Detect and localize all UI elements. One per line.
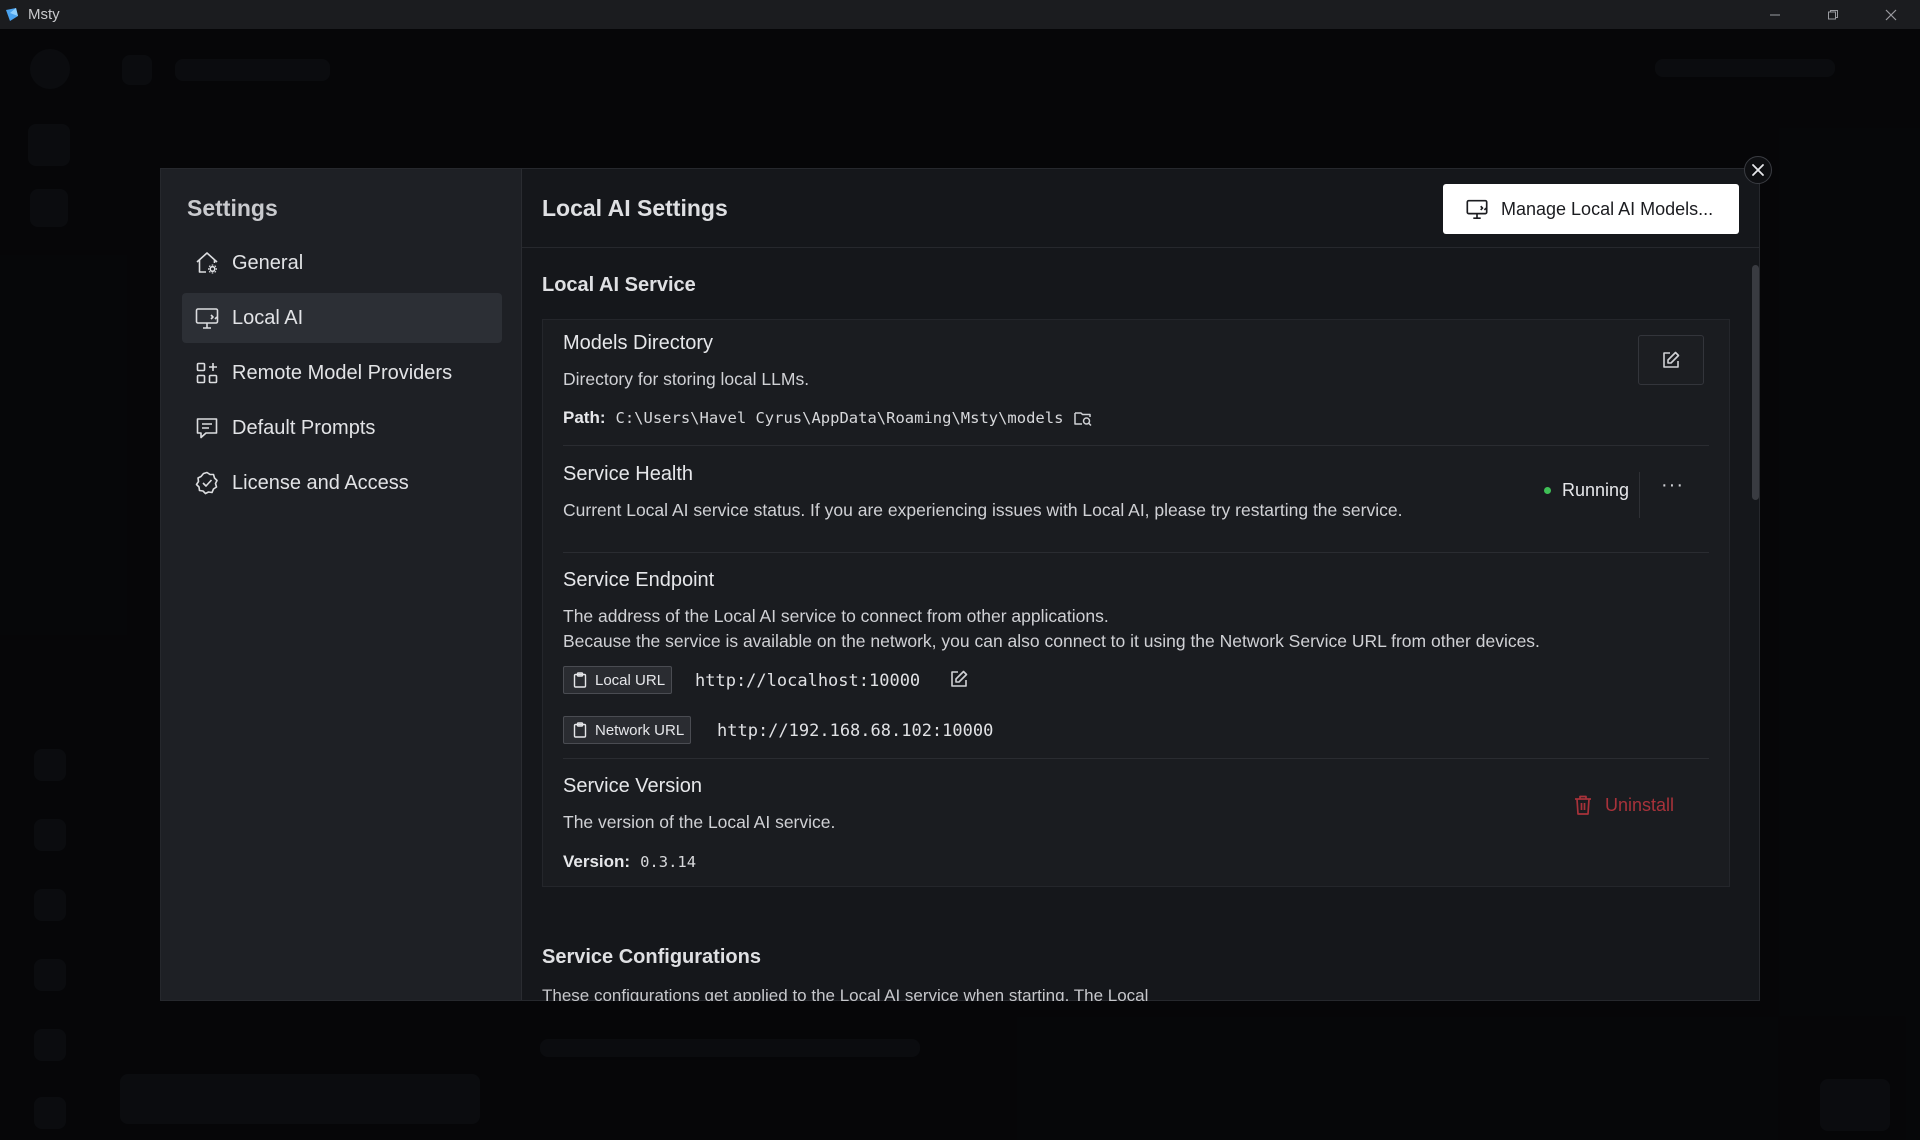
divider [563,552,1709,553]
monitor-icon [194,305,220,331]
uninstall-button[interactable]: Uninstall [1573,794,1674,816]
section-title-local-ai-service: Local AI Service [542,274,696,296]
copy-local-url-button[interactable]: Local URL [563,666,673,694]
service-endpoint-item: Service Endpoint The address of the Loca… [563,569,1709,654]
vertical-divider [1639,472,1640,518]
sidebar-title: Settings [187,195,278,221]
sidebar-item-label: License and Access [232,471,409,494]
local-ai-service-card: Models Directory Directory for storing l… [542,319,1730,887]
grid-plus-icon [194,360,220,386]
title-bar: Msty [0,0,1920,29]
message-lines-icon [194,415,220,441]
page-title: Local AI Settings [542,194,728,221]
main-header: Local AI Settings Manage Local AI Models… [522,169,1759,248]
modal-close-button[interactable] [1744,156,1772,184]
edit-models-directory-button[interactable] [1638,335,1704,385]
path-label: Path: [563,408,606,427]
sidebar-item-label: Remote Model Providers [232,361,453,384]
manage-button-label: Manage Local AI Models... [1501,198,1714,219]
service-health-desc: Current Local AI service status. If you … [563,500,1403,520]
service-health-item: Service Health Current Local AI service … [563,463,1709,523]
service-version-item: Service Version The version of the Local… [563,775,1709,835]
models-path-row: Path: C:\Users\Havel Cyrus\AppData\Roami… [563,408,1093,428]
copy-network-url-button[interactable]: Network URL [563,716,692,744]
sidebar-item-default-prompts[interactable]: Default Prompts [182,403,502,453]
sidebar-item-general[interactable]: General [182,238,502,288]
window-title: Msty [28,6,60,23]
section-title-service-configurations: Service Configurations [542,946,761,968]
service-version-title: Service Version [563,775,702,797]
more-options-icon[interactable]: ··· [1661,474,1684,497]
edit-icon [1663,351,1680,368]
models-directory-item: Models Directory Directory for storing l… [563,332,1709,392]
version-label: Version: [563,852,631,871]
manage-local-ai-models-button[interactable]: Manage Local AI Models... [1443,184,1739,234]
close-icon[interactable] [1862,0,1920,29]
status-text: Running [1562,480,1630,500]
network-url-value: http://192.168.68.102:10000 [717,721,994,741]
status-dot [1544,487,1551,494]
network-url-label: Network URL [595,721,685,739]
version-value: 0.3.14 [640,853,697,871]
models-directory-title: Models Directory [563,332,714,354]
restore-icon[interactable] [1804,0,1862,29]
service-health-title: Service Health [563,463,694,485]
version-row: Version: 0.3.14 [563,852,696,872]
settings-main: Local AI Settings Manage Local AI Models… [522,169,1760,1001]
settings-scroll-area[interactable]: Local AI Service Models Directory Direct… [522,249,1760,1001]
scrollbar-thumb[interactable] [1752,265,1759,500]
clipboard-icon [573,722,587,738]
sidebar-item-label: Default Prompts [232,416,376,439]
sidebar-item-remote-model-providers[interactable]: Remote Model Providers [182,348,502,398]
local-url-label: Local URL [595,671,666,689]
home-gear-icon [194,250,220,276]
local-url-value: http://localhost:10000 [695,671,921,691]
divider [563,758,1709,759]
minimize-icon[interactable] [1746,0,1804,29]
status-badge: Running [1544,480,1629,501]
sidebar-item-license-and-access[interactable]: License and Access [182,458,502,508]
service-endpoint-desc-1: The address of the Local AI service to c… [563,606,1109,626]
settings-sidebar: Settings General Local AI Remote Model P… [161,169,522,1000]
clipboard-icon [573,672,587,688]
uninstall-label: Uninstall [1605,794,1675,815]
sidebar-item-label: Local AI [232,306,304,329]
service-endpoint-desc-2: Because the service is available on the … [563,631,1540,651]
service-endpoint-title: Service Endpoint [563,569,715,591]
models-path-value: C:\Users\Havel Cyrus\AppData\Roaming\Mst… [615,409,1064,427]
badge-check-icon [194,470,220,496]
service-version-desc: The version of the Local AI service. [563,812,836,832]
app-logo-icon [6,7,18,21]
close-icon [1752,164,1764,176]
trash-icon [1573,794,1593,816]
settings-modal: Settings General Local AI Remote Model P… [160,168,1760,1001]
sidebar-item-label: General [232,251,304,274]
sidebar-item-local-ai[interactable]: Local AI [182,293,502,343]
folder-search-icon[interactable] [1073,408,1093,428]
service-configurations-desc: These configurations get applied to the … [542,986,1149,1001]
edit-local-url-icon[interactable] [949,669,969,689]
monitor-icon [1465,197,1489,221]
divider [563,445,1709,446]
models-directory-desc: Directory for storing local LLMs. [563,369,810,389]
